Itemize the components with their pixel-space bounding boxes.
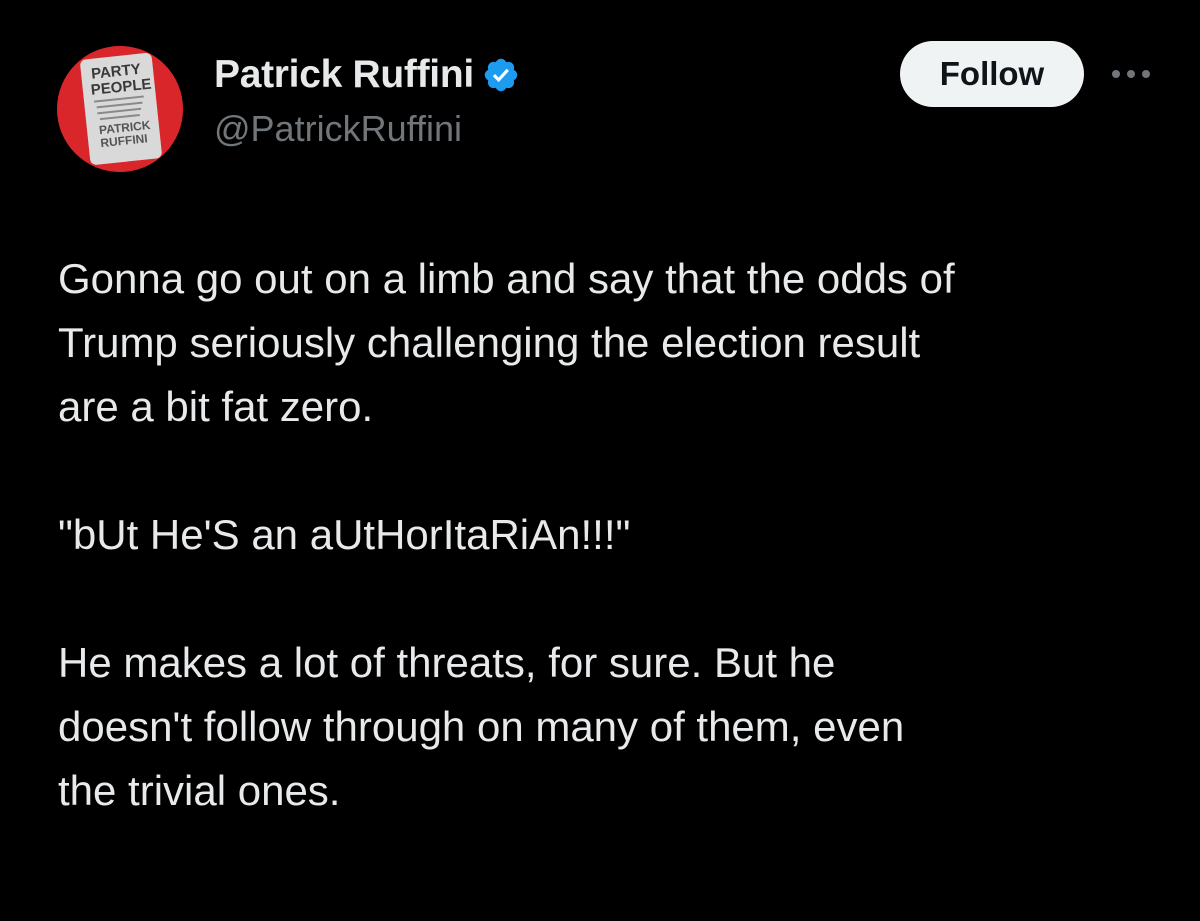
verified-badge-icon (482, 56, 520, 94)
tweet-text: Gonna go out on a limb and say that the … (58, 247, 1168, 823)
tweet-card: PARTY PEOPLE PATRICK RUFFINI Patrick Ruf… (0, 0, 1200, 921)
author-name[interactable]: Patrick Ruffini (214, 53, 474, 97)
author-name-row[interactable]: Patrick Ruffini (214, 50, 520, 100)
author-handle[interactable]: @PatrickRuffini (214, 108, 462, 150)
tweet-paragraph-2: "bUt He'S an aUtHorItaRiAn!!!" (58, 511, 631, 558)
avatar-image: PARTY PEOPLE PATRICK RUFFINI (57, 46, 183, 172)
tweet-paragraph-3: He makes a lot of threats, for sure. But… (58, 639, 905, 814)
tweet-paragraph-1: Gonna go out on a limb and say that the … (58, 255, 955, 430)
more-horizontal-icon[interactable] (1108, 58, 1154, 90)
author-avatar[interactable]: PARTY PEOPLE PATRICK RUFFINI (57, 46, 183, 172)
follow-button[interactable]: Follow (900, 41, 1084, 107)
